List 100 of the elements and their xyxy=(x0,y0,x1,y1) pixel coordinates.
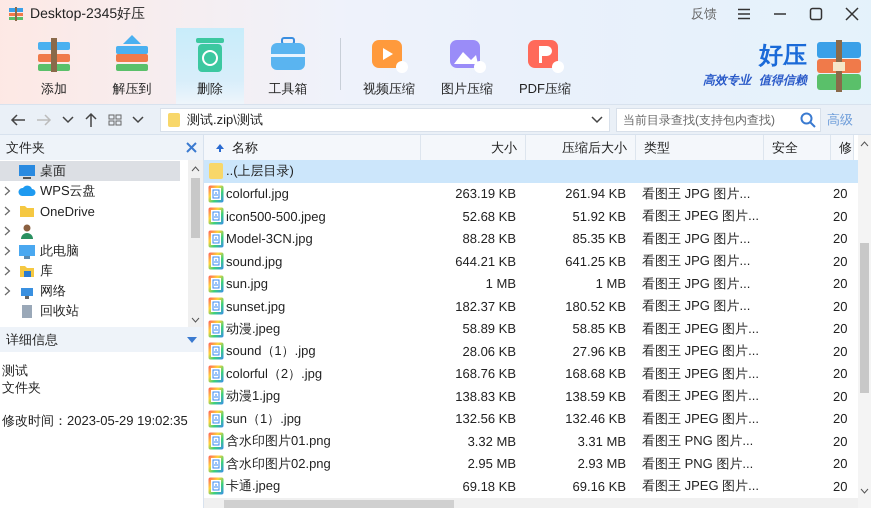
table-cell-text: 20 xyxy=(832,208,848,226)
table-cell-text: 27.96 KB xyxy=(572,342,627,361)
file-row[interactable]: colorful（2）.jpg 168.76 KB 168.68 KB 看图王 JPEG 图片... 20 xyxy=(204,362,858,385)
table-cell-text: 644.21 KB xyxy=(454,252,517,271)
file-row[interactable]: ..(上层目录) xyxy=(204,160,858,182)
file-row[interactable]: 动漫.jpeg 58.89 KB 58.85 KB 看图王 JPEG 图片... 20 xyxy=(204,318,858,340)
toolbar-button[interactable]: PDF压缩 xyxy=(511,28,579,104)
scrollbar[interactable] xyxy=(204,498,858,508)
table-cell-text: 20 xyxy=(832,388,848,406)
toolbar-button[interactable]: 图片压缩 xyxy=(433,28,501,104)
table-cell-text: 看图王 JPG 图片... xyxy=(641,184,752,203)
panel-title: 详细信息 xyxy=(6,330,58,348)
table-cell-text: 20 xyxy=(832,365,848,384)
file-row[interactable]: colorful.jpg 263.19 KB 261.94 KB 看图王 JPG 图片... 20 xyxy=(204,182,858,205)
folder-tree-item[interactable]: 网络 xyxy=(0,281,188,301)
table-cell-text: 1 MB xyxy=(594,275,627,294)
image-file-icon xyxy=(208,342,224,360)
image-file-icon xyxy=(208,252,224,270)
folder-tree-item[interactable]: 库 xyxy=(0,261,188,281)
file-row[interactable]: 动漫1.jpg 138.83 KB 138.59 KB 看图王 JPEG 图片... 20 xyxy=(204,385,858,408)
folder-tree-item[interactable]: WPS云盘 xyxy=(0,181,188,201)
column-header[interactable]: 大小 xyxy=(421,135,526,160)
toolbar-button[interactable]: 添加 xyxy=(20,28,88,104)
file-name-cell: colorful.jpg xyxy=(204,182,421,205)
file-name-cell: colorful（2）.jpg xyxy=(204,362,421,385)
scroll-down-icon[interactable] xyxy=(191,317,200,323)
detail-modified: 修改时间：2023-05-29 19:02:35 xyxy=(1,412,189,429)
folder-tree-item[interactable]: 桌面 xyxy=(0,161,180,181)
file-row[interactable]: sunset.jpg 182.37 KB 180.52 KB 看图王 JPG 图片... 20 xyxy=(204,295,858,318)
table-cell-text: 20 xyxy=(832,478,848,496)
image-file-icon xyxy=(208,297,224,316)
file-row[interactable]: sound（1）.jpg 28.06 KB 27.96 KB 看图王 JPEG 图片... 20 xyxy=(204,340,858,362)
table-cell-text: 看图王 JPG 图片... xyxy=(641,230,752,248)
close-icon[interactable] xyxy=(845,7,859,21)
column-header[interactable]: 类型 xyxy=(636,135,764,160)
folder-tree-item[interactable]: 回收站 xyxy=(0,301,188,321)
back-icon[interactable] xyxy=(10,112,26,126)
table-cell-text: 69.16 KB xyxy=(572,478,627,496)
maximize-icon[interactable] xyxy=(809,7,823,21)
table-cell-text: 看图王 JPEG 图片... xyxy=(641,410,760,428)
monitor-icon xyxy=(18,162,36,180)
table-cell-text: 2.95 MB xyxy=(466,455,517,474)
folder-tree-item[interactable]: OneDrive xyxy=(0,201,188,221)
table-cell-text: 看图王 PNG 图片... xyxy=(641,454,754,473)
table-cell-text: 看图王 PNG 图片... xyxy=(641,432,754,450)
archive-stack-icon xyxy=(815,38,863,94)
table-cell-text: 132.46 KB xyxy=(564,410,627,428)
column-header[interactable]: 名称 xyxy=(204,135,421,160)
feedback-link[interactable]: 反馈 xyxy=(691,5,717,23)
scroll-up-icon[interactable] xyxy=(860,141,869,147)
toolbar-button[interactable]: 删除 xyxy=(176,28,244,104)
image-file-icon xyxy=(208,387,224,406)
table-cell-text: 261.94 KB xyxy=(564,185,627,204)
file-row[interactable]: 卡通.jpeg 69.18 KB 69.16 KB 看图王 JPEG 图片... 20 xyxy=(204,475,858,498)
toolbar-button[interactable]: 工具箱 xyxy=(254,28,322,104)
file-row[interactable]: 含水印图片01.png 3.32 MB 3.31 MB 看图王 PNG 图片... 20 xyxy=(204,430,858,452)
table-cell-text: 168.68 KB xyxy=(564,365,627,384)
chevron-down-icon[interactable] xyxy=(62,116,74,124)
scrollbar[interactable] xyxy=(188,160,203,327)
column-header[interactable]: 修 xyxy=(831,135,854,160)
menu-icon[interactable] xyxy=(737,8,751,20)
image-file-icon xyxy=(208,432,224,450)
file-row[interactable]: sun.jpg 1 MB 1 MB 看图王 JPG 图片... 20 xyxy=(204,272,858,295)
folder-icon xyxy=(208,162,224,180)
toolbar-button[interactable]: 解压到 xyxy=(98,28,166,104)
grid-view-icon[interactable] xyxy=(108,114,122,126)
table-cell-text: 3.32 MB xyxy=(466,432,517,451)
image-file-icon xyxy=(208,230,224,248)
scroll-down-icon[interactable] xyxy=(860,488,869,494)
search-icon xyxy=(800,112,816,128)
scrollbar-thumb[interactable] xyxy=(224,500,454,508)
table-cell-text: 看图王 JPEG 图片... xyxy=(641,364,760,383)
table-cell-text: 看图王 JPEG 图片... xyxy=(641,320,760,338)
file-row[interactable]: Model-3CN.jpg 88.28 KB 85.35 KB 看图王 JPG 图片... 20 xyxy=(204,228,858,250)
table-cell-text: 看图王 JPEG 图片... xyxy=(641,207,760,226)
file-row[interactable]: 含水印图片02.png 2.95 MB 2.93 MB 看图王 PNG 图片... 20 xyxy=(204,452,858,475)
column-header[interactable]: 压缩后大小 xyxy=(526,135,636,160)
table-cell-text: 3.31 MB xyxy=(576,432,627,451)
scrollbar-thumb[interactable] xyxy=(191,178,200,238)
file-row[interactable]: sound.jpg 644.21 KB 641.25 KB 看图王 JPG 图片... 20 xyxy=(204,250,858,272)
table-cell-text: 58.89 KB xyxy=(462,320,517,338)
toolbar-button[interactable]: 视频压缩 xyxy=(355,28,423,104)
file-row[interactable]: icon500-500.jpeg 52.68 KB 51.92 KB 看图王 JPEG 图片... 20 xyxy=(204,205,858,228)
slogan-text: 高效专业 xyxy=(703,72,751,88)
folder-tree-item[interactable]: 此电脑 xyxy=(0,241,188,261)
table-cell-text: 58.85 KB xyxy=(572,320,627,338)
column-header[interactable]: 安全 xyxy=(764,135,831,160)
file-name-cell: sun.jpg xyxy=(204,272,421,295)
table-cell-text: 263.19 KB xyxy=(454,185,517,204)
search-field[interactable]: 当前目录查找(支持包内查找) xyxy=(616,108,821,132)
chevron-down-icon[interactable] xyxy=(132,116,144,124)
scroll-up-icon[interactable] xyxy=(191,166,200,172)
caret-icon xyxy=(591,116,603,124)
file-row[interactable]: sun（1）.jpg 132.56 KB 132.46 KB 看图王 JPEG 图片... 20 xyxy=(204,408,858,430)
path-field[interactable]: 测试.zip\测试 xyxy=(160,108,610,132)
monitor-icon xyxy=(18,242,36,260)
table-cell-text: 1 MB xyxy=(484,275,517,294)
scrollbar-thumb[interactable] xyxy=(860,242,869,392)
up-arrow-icon[interactable] xyxy=(84,112,98,128)
scrollbar[interactable] xyxy=(858,135,871,508)
